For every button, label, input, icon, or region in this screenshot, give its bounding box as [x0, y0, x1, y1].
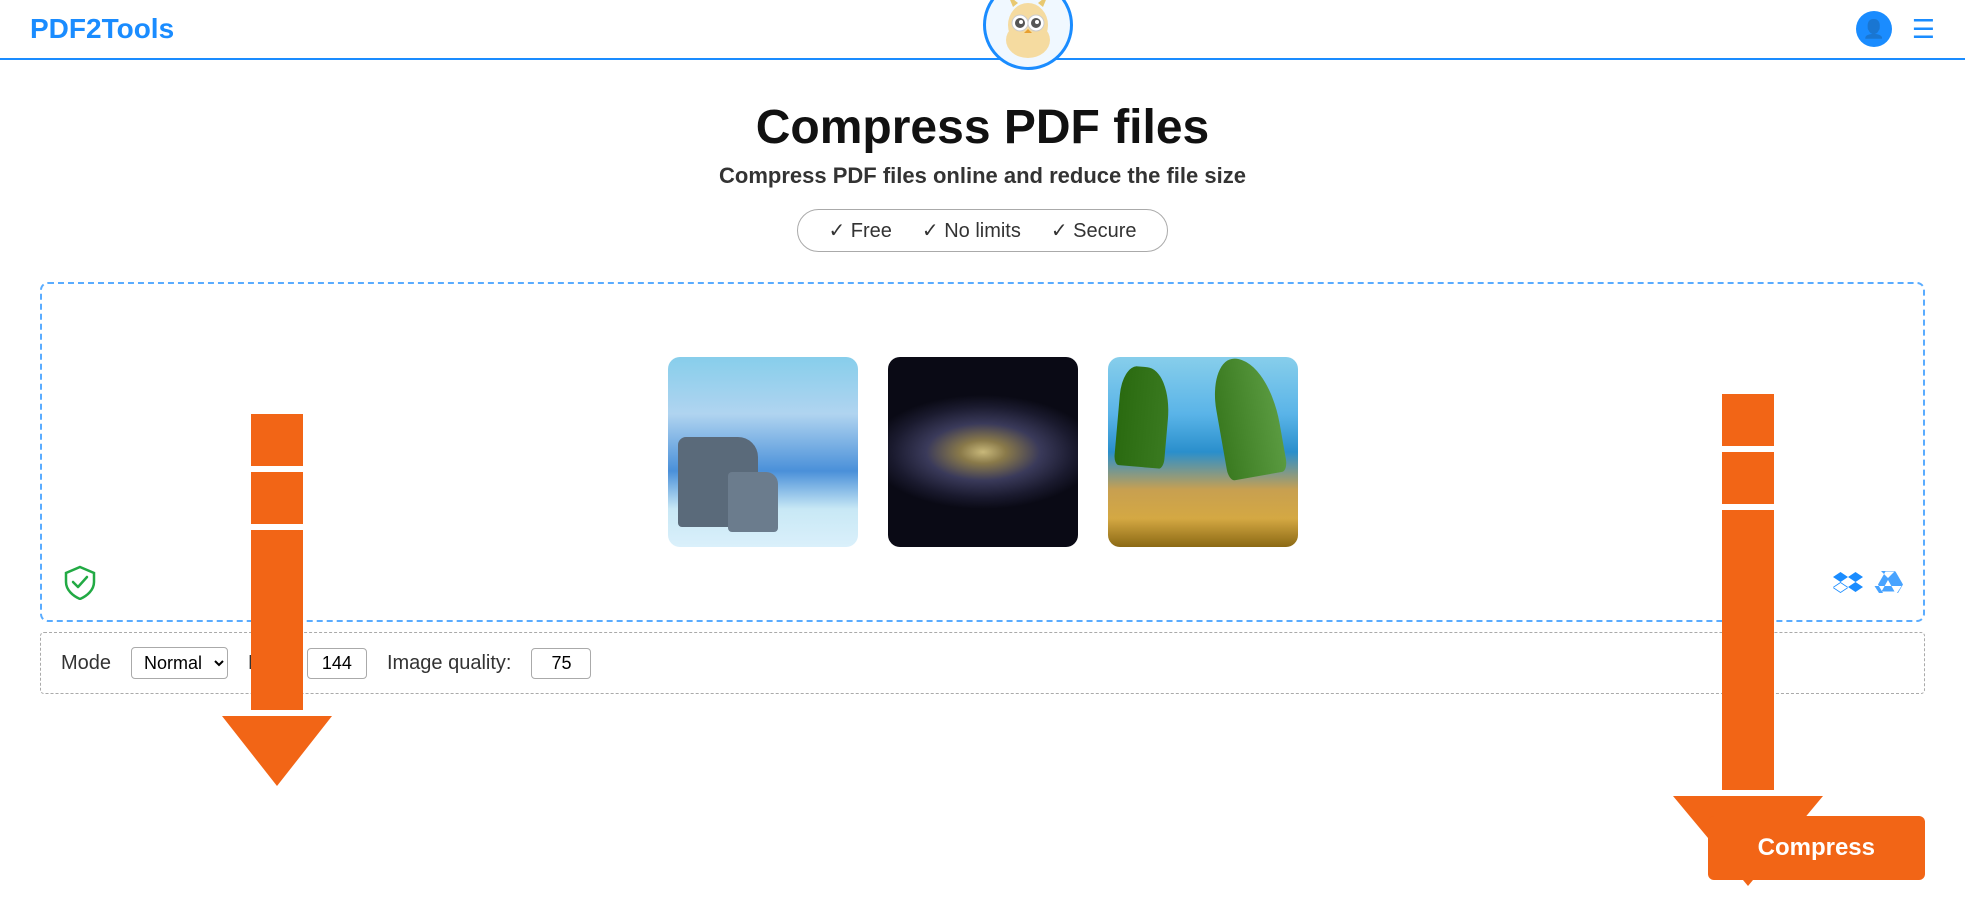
dropzone[interactable] — [40, 282, 1925, 622]
badge-nolimits: ✓ No limits — [922, 218, 1021, 243]
dropbox-icon[interactable] — [1833, 568, 1863, 605]
mode-label: Mode — [61, 652, 111, 675]
arrow-shaft-left — [251, 530, 303, 710]
title-area: Compress PDF files Compress PDF files on… — [0, 100, 1965, 189]
galaxy-image — [888, 357, 1078, 547]
mode-select[interactable]: Normal Low High — [131, 647, 228, 679]
main-title: Compress PDF files — [0, 100, 1965, 155]
arrow-head-left — [222, 716, 332, 786]
google-drive-icon[interactable] — [1873, 568, 1903, 605]
ocean-image — [668, 357, 858, 547]
left-arrow-indicator — [222, 414, 332, 786]
orange-square-top — [251, 414, 303, 466]
badge-free: ✓ Free — [828, 218, 891, 243]
thumbnail-ocean — [668, 357, 858, 547]
header: PDF2Tools 👤 ☰ — [0, 0, 1965, 60]
mascot-image — [988, 0, 1068, 65]
quality-input[interactable] — [531, 648, 591, 679]
user-icon[interactable]: 👤 — [1856, 11, 1892, 47]
orange-square-bottom — [251, 472, 303, 524]
arrow-shaft-right — [1722, 510, 1774, 790]
sub-title: Compress PDF files online and reduce the… — [0, 163, 1965, 189]
shield-icon — [62, 564, 98, 600]
orange-square-right-mid — [1722, 452, 1774, 504]
cloud-icons[interactable] — [1833, 568, 1903, 605]
menu-icon[interactable]: ☰ — [1912, 14, 1935, 45]
right-arrow-indicator — [1673, 394, 1823, 886]
mascot — [983, 0, 1073, 70]
logo: PDF2Tools — [30, 13, 174, 45]
feature-badge: ✓ Free ✓ No limits ✓ Secure — [797, 209, 1167, 252]
compress-button[interactable]: Compress — [1708, 816, 1925, 880]
thumbnail-tropical — [1108, 357, 1298, 547]
thumbnail-galaxy — [888, 357, 1078, 547]
header-right: 👤 ☰ — [1856, 11, 1935, 47]
quality-label: Image quality: — [387, 652, 512, 675]
security-icon — [62, 564, 98, 605]
tropical-image — [1108, 357, 1298, 547]
images-row — [668, 357, 1298, 547]
badge-secure: ✓ Secure — [1051, 218, 1137, 243]
badge-area: ✓ Free ✓ No limits ✓ Secure — [0, 209, 1965, 252]
orange-square-right-top — [1722, 394, 1774, 446]
